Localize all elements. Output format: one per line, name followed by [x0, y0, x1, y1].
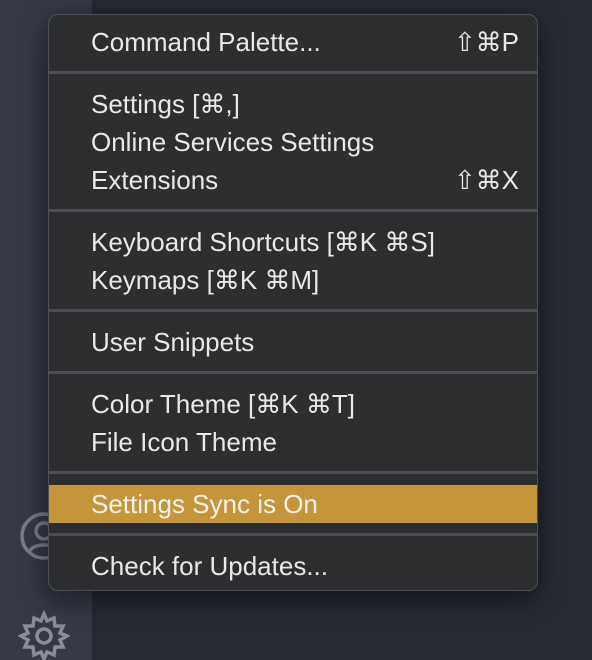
menu-item-check-for-updates[interactable]: Check for Updates...: [49, 547, 537, 585]
menu-item-settings[interactable]: Settings [⌘,]: [49, 85, 537, 123]
menu-separator: [49, 209, 537, 212]
menu-item-color-theme[interactable]: Color Theme [⌘K ⌘T]: [49, 385, 537, 423]
menu-separator: [49, 533, 537, 536]
menu-item-label: Color Theme [⌘K ⌘T]: [91, 389, 355, 419]
menu-item-label: Check for Updates...: [91, 551, 328, 581]
menu-item-label: Command Palette...: [91, 27, 321, 57]
menu-item-label: Keyboard Shortcuts [⌘K ⌘S]: [91, 227, 435, 257]
menu-item-keyboard-shortcuts[interactable]: Keyboard Shortcuts [⌘K ⌘S]: [49, 223, 537, 261]
menu-item-label: File Icon Theme: [91, 427, 277, 457]
menu-item-label: Extensions: [91, 165, 219, 195]
menu-item-settings-sync[interactable]: Settings Sync is On: [49, 485, 537, 523]
menu-item-label: Settings Sync is On: [91, 489, 318, 519]
menu-item-keymaps[interactable]: Keymaps [⌘K ⌘M]: [49, 261, 537, 299]
menu-item-extensions[interactable]: Extensions ⇧⌘X: [49, 161, 537, 199]
menu-separator: [49, 71, 537, 74]
menu-item-label: Keymaps [⌘K ⌘M]: [91, 265, 320, 295]
menu-separator: [49, 371, 537, 374]
manage-context-menu: Command Palette... ⇧⌘P Settings [⌘,] Onl…: [48, 14, 538, 591]
menu-item-label: User Snippets: [91, 327, 255, 357]
gear-icon[interactable]: [18, 610, 70, 660]
menu-item-command-palette[interactable]: Command Palette... ⇧⌘P: [49, 23, 537, 61]
menu-item-file-icon-theme[interactable]: File Icon Theme: [49, 423, 537, 461]
shortcut-label: ⇧⌘X: [453, 165, 519, 195]
menu-separator: [49, 471, 537, 474]
menu-separator: [49, 309, 537, 312]
menu-item-user-snippets[interactable]: User Snippets: [49, 323, 537, 361]
menu-item-label: Online Services Settings: [91, 127, 375, 157]
menu-item-label: Settings [⌘,]: [91, 89, 240, 119]
shortcut-label: ⇧⌘P: [453, 27, 519, 57]
menu-item-online-services-settings[interactable]: Online Services Settings: [49, 123, 537, 161]
